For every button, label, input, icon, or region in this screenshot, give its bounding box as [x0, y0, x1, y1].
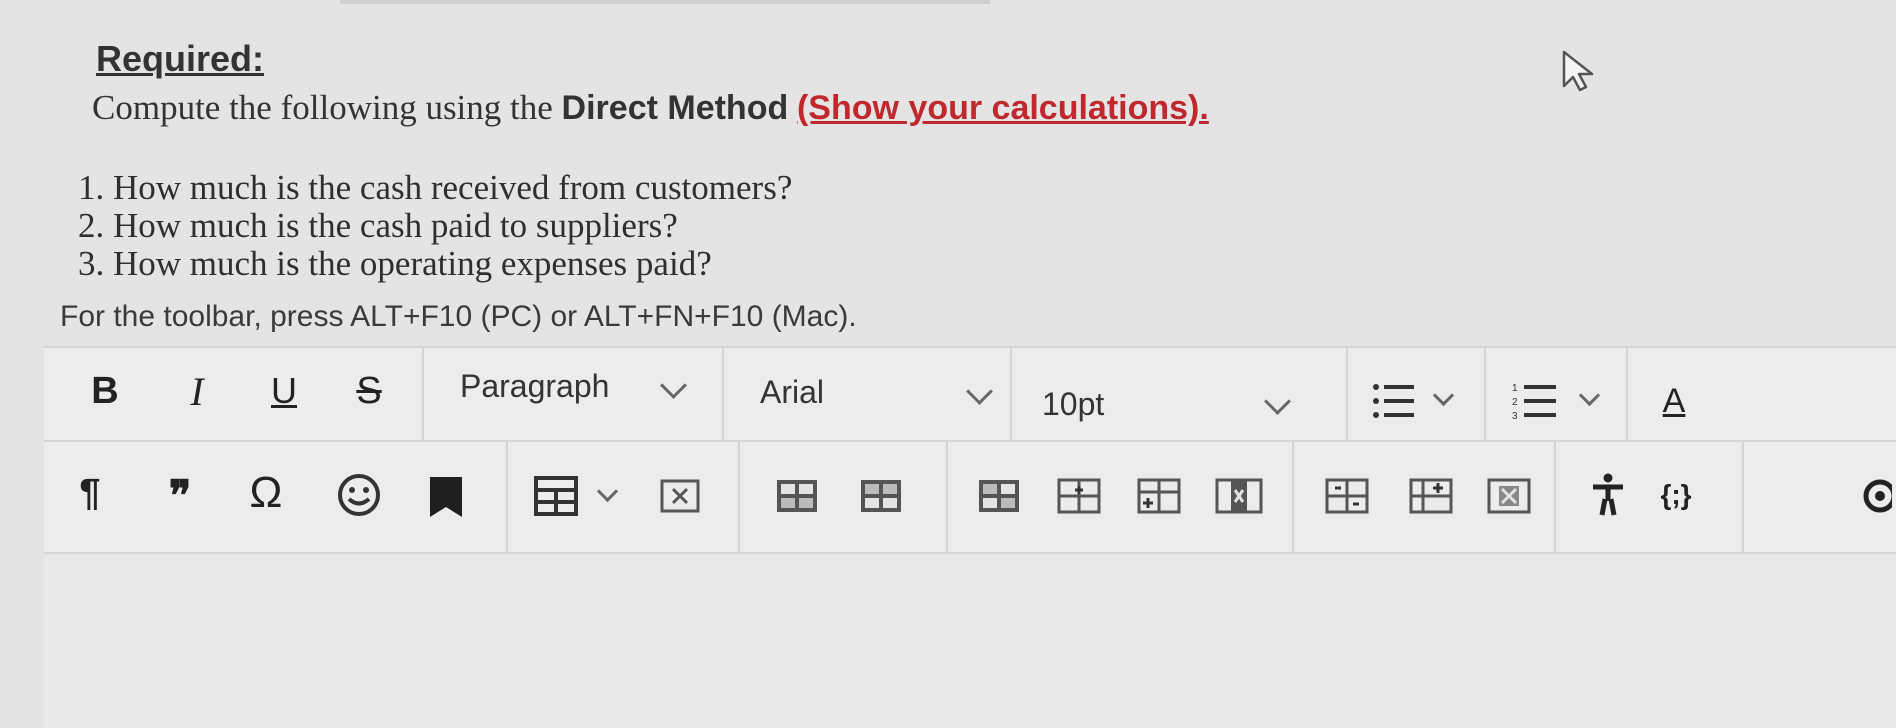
source-code-button[interactable]: {;} — [1644, 472, 1708, 518]
table-insert-col-before-icon — [1057, 478, 1101, 514]
table-button[interactable] — [534, 470, 644, 524]
table-delete-row-button[interactable] — [974, 472, 1024, 520]
special-character-button[interactable]: Ω — [240, 466, 292, 520]
toolbar-row-formatting: B I U S Paragraph Arial 10pt 1 2 3 A — [44, 348, 1896, 442]
required-heading: Required: — [96, 38, 265, 79]
top-divider — [340, 0, 990, 4]
font-size-value: 10pt — [1042, 386, 1105, 422]
strikethrough-button[interactable]: S — [344, 366, 394, 416]
font-family-value: Arial — [760, 374, 825, 410]
toolbar-separator — [1742, 442, 1744, 552]
table-delete-button[interactable] — [656, 472, 704, 520]
table-delete-row-icon — [979, 480, 1019, 512]
font-size-select[interactable]: 10pt — [1012, 348, 1346, 440]
bookmark-icon — [430, 477, 462, 517]
blockquote-button[interactable]: ❞ — [158, 470, 202, 520]
toolbar-separator — [738, 442, 740, 552]
chevron-down-icon — [596, 480, 619, 503]
table-col-after-button[interactable] — [1134, 472, 1184, 520]
table-insert-row-before-icon — [777, 480, 817, 512]
bullet-list-button[interactable] — [1348, 348, 1484, 440]
underline-button[interactable]: U — [259, 366, 309, 416]
bold-button[interactable]: B — [80, 366, 130, 416]
font-family-select[interactable]: Arial — [724, 348, 1010, 440]
numbered-list-button[interactable]: 1 2 3 — [1486, 348, 1626, 440]
table-merge-cells-button[interactable] — [1406, 472, 1456, 520]
editor-content-area[interactable] — [44, 554, 1896, 728]
table-insert-col-after-icon — [1137, 478, 1181, 514]
toolbar-separator — [1554, 442, 1556, 552]
list-item: 3. How much is the operating expenses pa… — [78, 244, 712, 283]
list-item: 1. How much is the cash received from cu… — [78, 168, 793, 207]
toolbar-separator — [1626, 348, 1628, 440]
chevron-down-icon — [1578, 384, 1601, 407]
table-delete-icon — [1487, 478, 1531, 514]
preview-button[interactable] — [1854, 472, 1894, 520]
italic-button[interactable]: I — [172, 366, 222, 416]
list-item: 2. How much is the cash paid to supplier… — [78, 206, 678, 245]
emoji-button[interactable] — [332, 468, 386, 522]
preview-icon — [1863, 479, 1892, 513]
chevron-down-icon — [1264, 388, 1291, 415]
emoji-icon — [338, 474, 380, 516]
paragraph-button[interactable]: ¶ — [68, 468, 112, 518]
accessibility-icon — [1593, 473, 1623, 516]
block-format-select[interactable]: Paragraph — [424, 348, 722, 440]
toolbar-separator — [946, 442, 948, 552]
chevron-down-icon — [660, 372, 687, 399]
calculation-note: (Show your calculations). — [796, 89, 1209, 127]
remove-format-icon — [660, 479, 700, 513]
svg-text:1: 1 — [1512, 383, 1518, 394]
chevron-down-icon — [966, 378, 993, 405]
table-merge-icon — [1409, 478, 1453, 514]
toolbar-hint: For the toolbar, press ALT+F10 (PC) or A… — [60, 300, 857, 333]
table-col-before-button[interactable] — [1054, 472, 1104, 520]
accessibility-checker-button[interactable] — [1584, 468, 1632, 522]
table-row-before-button[interactable] — [772, 472, 822, 520]
block-format-value: Paragraph — [460, 368, 610, 404]
table-icon — [534, 476, 578, 516]
question-list: 1. How much is the cash received from cu… — [78, 168, 793, 283]
svg-text:2: 2 — [1512, 397, 1518, 408]
instruction-prefix: Compute the following using the — [92, 88, 553, 127]
table-insert-row-after-icon — [861, 480, 901, 512]
bullet-list-icon — [1373, 384, 1414, 418]
bookmark-button[interactable] — [422, 470, 470, 524]
toolbar-separator — [1292, 442, 1294, 552]
table-split-cell-button[interactable] — [1322, 472, 1372, 520]
table-delete-col-button[interactable] — [1212, 472, 1266, 520]
numbered-list-icon: 1 2 3 — [1512, 383, 1556, 422]
table-row-after-button[interactable] — [856, 472, 906, 520]
mouse-cursor-icon — [1562, 50, 1594, 92]
rich-text-editor: B I U S Paragraph Arial 10pt 1 2 3 A ¶ ❞… — [44, 346, 1896, 728]
method-name: Direct Method — [561, 89, 789, 127]
svg-text:3: 3 — [1512, 411, 1518, 422]
chevron-down-icon — [1432, 384, 1455, 407]
toolbar-separator — [506, 442, 508, 552]
instruction-text: Compute the following using the Direct M… — [92, 88, 1209, 128]
table-cell-split-icon — [1325, 478, 1369, 514]
table-delete-cells-button[interactable] — [1484, 472, 1534, 520]
toolbar-row-insert: ¶ ❞ Ω {;} — [44, 442, 1896, 554]
table-delete-col-icon — [1215, 478, 1263, 514]
text-color-button[interactable]: A — [1654, 378, 1694, 424]
